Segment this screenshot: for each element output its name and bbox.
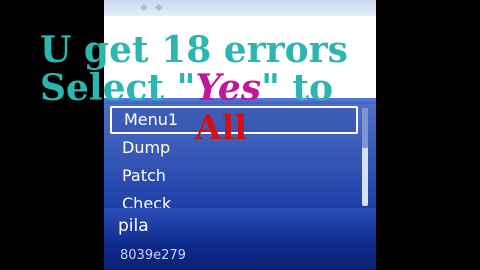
caption-all-text: All [195, 108, 248, 148]
softkey-bar: pila 8039e279 [104, 208, 376, 270]
caption-line-1: U get 18 errors [40, 29, 348, 71]
menu-item-check[interactable]: Check [110, 190, 358, 208]
caption-line-2: Select "Yes" to [40, 68, 333, 108]
status-strip: ◆ ◆ [104, 0, 376, 16]
left-softkey[interactable]: pila [118, 216, 149, 236]
scrollbar-thumb[interactable] [362, 108, 368, 148]
menu-item-patch[interactable]: Patch [110, 162, 358, 190]
hex-value: 8039e279 [120, 248, 186, 263]
caption-select-text: Select " [40, 67, 196, 109]
status-icons: ◆ ◆ [140, 2, 165, 13]
caption-to-text: " to [261, 67, 334, 109]
menu-scrollbar[interactable] [362, 108, 368, 206]
caption-yes-text: Yes [195, 67, 262, 109]
